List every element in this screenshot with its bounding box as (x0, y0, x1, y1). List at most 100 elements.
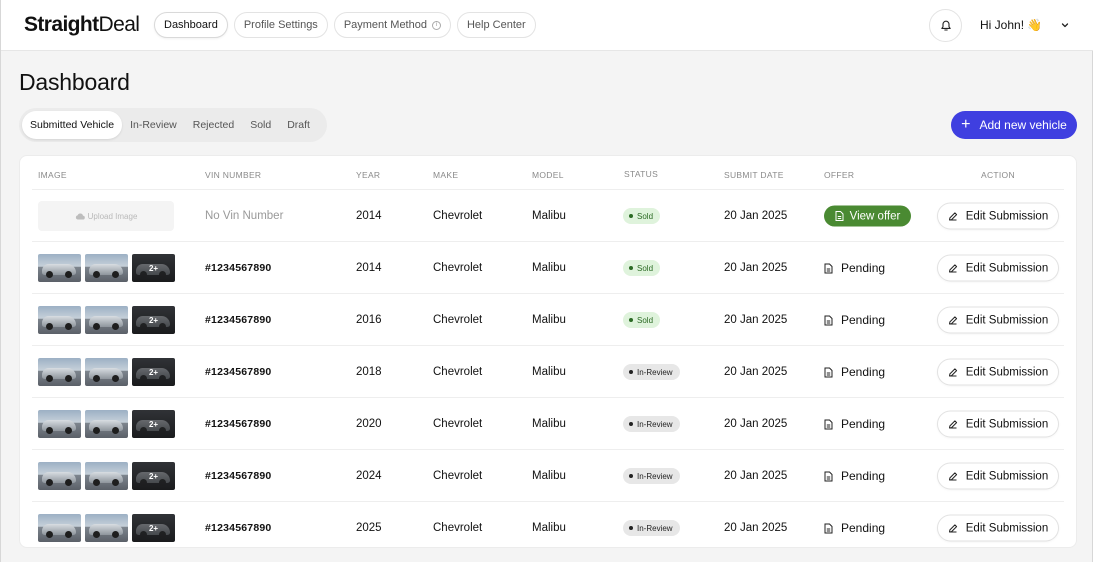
col-header-image: IMAGE (38, 170, 67, 180)
pencil-icon (948, 419, 957, 428)
bell-icon (940, 20, 951, 31)
col-header-offer: OFFER (824, 170, 855, 180)
vehicle-thumbnails[interactable]: 2+ (38, 462, 175, 490)
offer-label: Pending (841, 365, 886, 379)
status-dot (629, 422, 633, 426)
vehicles-table: IMAGE VIN NUMBER YEAR MAKE MODEL STATUS … (19, 155, 1077, 548)
notifications-button[interactable] (929, 9, 962, 42)
vehicle-thumbnails[interactable]: 2+ (38, 358, 175, 386)
vehicle-year: 2018 (356, 366, 382, 378)
nav-help-center[interactable]: Help Center (456, 12, 536, 38)
upload-label: Upload Image (87, 211, 138, 221)
status-label: In-Review (637, 367, 673, 377)
vehicle-thumbnail[interactable] (38, 462, 81, 490)
table-row: 2+ #1234567890 2025 Chevrolet Malibu In-Revie… (20, 502, 1076, 554)
nav-label: Payment Method (343, 19, 427, 31)
logo[interactable]: StraightDeal (24, 13, 140, 37)
status-badge: Sold (623, 260, 661, 276)
document-icon (824, 419, 833, 429)
vehicle-thumbnail[interactable] (85, 306, 128, 334)
more-images-thumbnail[interactable]: 2+ (132, 514, 175, 542)
status-label: Sold (637, 263, 654, 273)
vehicle-thumbnail[interactable] (38, 254, 81, 282)
col-header-submit-date: SUBMIT DATE (724, 170, 784, 180)
status-dot (629, 266, 633, 270)
col-header-action: ACTION (981, 170, 1015, 180)
status-label: Sold (637, 315, 654, 325)
tab-in-review[interactable]: In-Review (122, 111, 185, 139)
vehicle-year: 2014 (356, 262, 382, 274)
vehicle-thumbnails[interactable]: 2+ (38, 514, 175, 542)
vehicle-make: Chevrolet (433, 262, 483, 274)
vehicle-thumbnail[interactable] (38, 410, 81, 438)
edit-submission-button[interactable]: Edit Submission (937, 514, 1059, 542)
status-dot (629, 318, 633, 322)
nav-payment-method[interactable]: Payment Method i (333, 12, 451, 38)
offer-label: Pending (841, 261, 886, 275)
more-images-thumbnail[interactable]: 2+ (132, 410, 175, 438)
vehicle-thumbnails[interactable]: 2+ (38, 254, 175, 282)
nav-profile-settings[interactable]: Profile Settings (233, 12, 328, 38)
vehicle-model: Malibu (532, 470, 566, 482)
submit-date: 20 Jan 2025 (724, 314, 788, 326)
offer-pending: Pending (824, 521, 885, 535)
status-label: In-Review (637, 471, 673, 481)
vehicle-model: Malibu (532, 418, 566, 430)
user-greeting[interactable]: Hi John! 👋 (980, 18, 1042, 32)
tab-submitted-vehicle[interactable]: Submitted Vehicle (22, 111, 123, 139)
vehicle-thumbnail[interactable] (38, 358, 81, 386)
upload-image-button[interactable]: Upload Image (38, 201, 174, 231)
table-row: 2+ #1234567890 2020 Chevrolet Malibu In-Revie… (20, 398, 1076, 450)
status-dot (629, 214, 633, 218)
vehicle-thumbnails[interactable]: 2+ (38, 410, 175, 438)
tab-sold[interactable]: Sold (242, 111, 279, 139)
edit-submission-button[interactable]: Edit Submission (937, 254, 1059, 282)
vehicle-thumbnail[interactable] (38, 306, 81, 334)
top-navigation-bar: StraightDeal Dashboard Profile Settings … (1, 0, 1093, 51)
tab-rejected[interactable]: Rejected (185, 111, 242, 139)
pencil-icon (948, 211, 957, 220)
edit-submission-button[interactable]: Edit Submission (937, 202, 1059, 230)
vehicle-thumbnail[interactable] (38, 514, 81, 542)
more-images-thumbnail[interactable]: 2+ (132, 358, 175, 386)
table-row: 2+ #1234567890 2018 Chevrolet Malibu In-Revie… (20, 346, 1076, 398)
more-images-thumbnail[interactable]: 2+ (132, 254, 175, 282)
view-offer-button[interactable]: View offer (824, 205, 911, 227)
nav-dashboard[interactable]: Dashboard (154, 12, 228, 38)
pencil-icon (948, 263, 957, 272)
tab-draft[interactable]: Draft (279, 111, 318, 139)
submit-date: 20 Jan 2025 (724, 210, 788, 222)
add-new-vehicle-button[interactable]: + Add new vehicle (951, 111, 1077, 139)
col-header-year: YEAR (356, 170, 381, 180)
vehicle-thumbnail[interactable] (85, 410, 128, 438)
table-header: IMAGE VIN NUMBER YEAR MAKE MODEL STATUS … (20, 156, 1076, 190)
edit-submission-button[interactable]: Edit Submission (937, 358, 1059, 386)
more-images-thumbnail[interactable]: 2+ (132, 306, 175, 334)
col-header-status: STATUS (624, 169, 659, 179)
edit-submission-button[interactable]: Edit Submission (937, 410, 1059, 438)
status-badge: In-Review (623, 416, 680, 432)
status-badge: In-Review (623, 520, 680, 536)
offer-label: Pending (841, 313, 886, 327)
vehicle-thumbnails[interactable]: 2+ (38, 306, 175, 334)
more-images-count: 2+ (148, 315, 159, 325)
vehicle-make: Chevrolet (433, 210, 483, 222)
offer-label: Pending (841, 417, 886, 431)
vehicle-thumbnail[interactable] (85, 462, 128, 490)
submit-date: 20 Jan 2025 (724, 470, 788, 482)
document-icon (824, 471, 833, 481)
vin-number: #1234567890 (205, 314, 272, 326)
status-dot (629, 370, 633, 374)
vehicle-model: Malibu (532, 262, 566, 274)
vehicle-thumbnail[interactable] (85, 514, 128, 542)
edit-submission-button[interactable]: Edit Submission (937, 306, 1059, 334)
document-icon (824, 263, 833, 273)
edit-submission-button[interactable]: Edit Submission (937, 462, 1059, 490)
vehicle-thumbnail[interactable] (85, 358, 128, 386)
more-images-thumbnail[interactable]: 2+ (132, 462, 175, 490)
offer-label: Pending (841, 521, 886, 535)
chevron-down-icon[interactable] (1060, 20, 1070, 30)
vehicle-model: Malibu (532, 210, 566, 222)
vehicle-thumbnail[interactable] (85, 254, 128, 282)
logo-bold-text: Straight (24, 13, 99, 36)
